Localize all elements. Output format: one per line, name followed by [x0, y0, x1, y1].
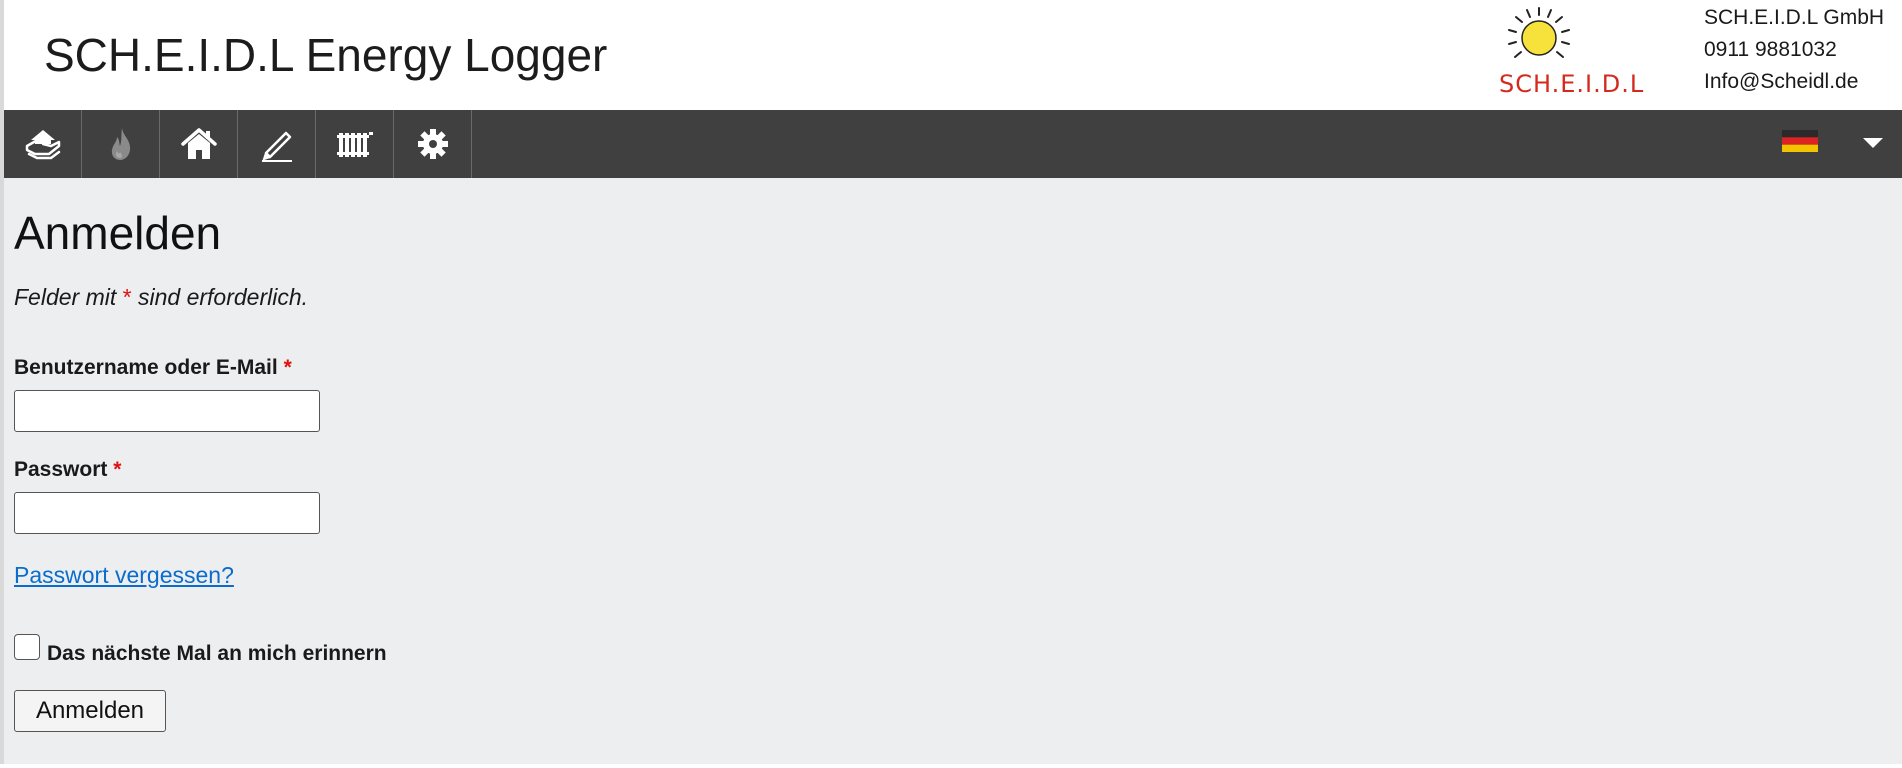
nav-item-pencil[interactable] [238, 110, 316, 178]
header: SCH.E.I.D.L Energy Logger SCH.E.I.D.L SC… [4, 0, 1902, 110]
password-label-text: Passwort [14, 458, 108, 481]
home-icon [180, 128, 217, 159]
required-note-prefix: Felder mit [14, 284, 123, 310]
nav-item-hand-house[interactable] [4, 110, 82, 178]
page-title: Anmelden [14, 207, 222, 259]
username-input[interactable] [14, 390, 320, 432]
sun-icon [1508, 7, 1570, 58]
required-marker: * [113, 458, 122, 481]
nav-item-settings[interactable] [394, 110, 472, 178]
app-window: SCH.E.I.D.L Energy Logger SCH.E.I.D.L SC… [0, 0, 1902, 768]
nav-item-home[interactable] [160, 110, 238, 178]
company-logo: SCH.E.I.D.L [1499, 4, 1659, 104]
required-note-suffix: sind erforderlich. [131, 284, 309, 310]
password-input[interactable] [14, 492, 320, 534]
contact-info: SCH.E.I.D.L GmbH 0911 9881032 Info@Schei… [1704, 2, 1884, 98]
language-flag[interactable] [1782, 130, 1818, 152]
email-address: Info@Scheidl.de [1704, 70, 1859, 93]
site-title: SCH.E.I.D.L Energy Logger [44, 29, 608, 81]
nav-item-radiator[interactable] [316, 110, 394, 178]
remember-me-label[interactable]: Das nächste Mal an mich erinnern [47, 640, 387, 668]
main-navbar [4, 110, 1902, 178]
chevron-down-icon [1863, 138, 1883, 148]
flame-icon [111, 128, 130, 160]
pencil-icon [261, 131, 292, 162]
gear-icon [417, 129, 448, 159]
username-label-text: Benutzername oder E-Mail [14, 356, 278, 379]
radiator-icon [336, 132, 373, 157]
required-marker: * [283, 356, 292, 379]
required-marker: * [122, 284, 132, 310]
hand-house-icon [25, 130, 60, 160]
flag-germany-icon [1782, 130, 1818, 152]
company-name: SCH.E.I.D.L GmbH [1704, 6, 1885, 29]
remember-me-checkbox[interactable] [14, 634, 40, 660]
required-fields-note: Felder mit * sind erforderlich. [14, 282, 308, 312]
password-label: Passwort * [14, 456, 121, 484]
login-page: Anmelden Felder mit * sind erforderlich.… [4, 178, 1902, 764]
language-dropdown[interactable] [1860, 132, 1886, 152]
forgot-password-link[interactable]: Passwort vergessen? [14, 560, 234, 590]
username-label: Benutzername oder E-Mail * [14, 354, 292, 382]
login-button[interactable]: Anmelden [14, 690, 166, 732]
bottom-edge [0, 764, 1902, 768]
nav-item-flame[interactable] [82, 110, 160, 178]
logo-text: SCH.E.I.D.L [1499, 70, 1645, 98]
phone-number: 0911 9881032 [1704, 38, 1837, 61]
